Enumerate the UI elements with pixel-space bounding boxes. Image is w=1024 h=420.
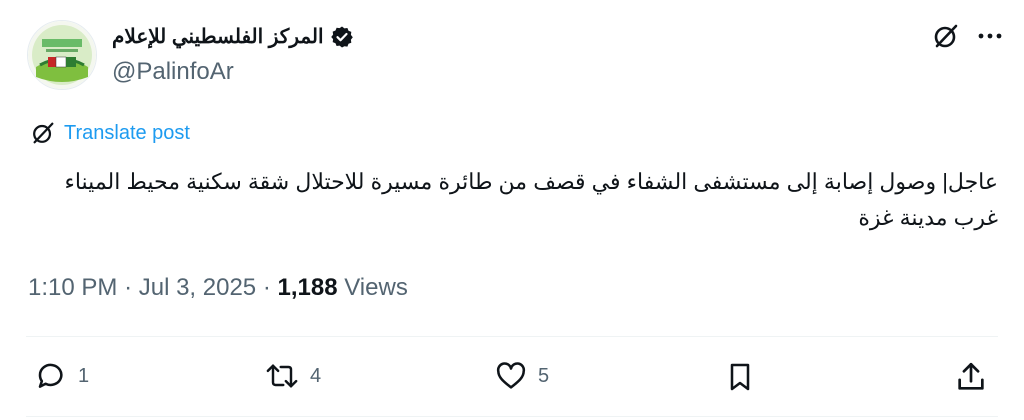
divider bbox=[26, 416, 998, 417]
repost-count: 4 bbox=[310, 364, 322, 387]
action-bar: 1 4 5 bbox=[0, 360, 1024, 400]
tweet-meta: 1:10 PM · Jul 3, 2025 · 1,188 Views bbox=[28, 274, 408, 302]
top-actions bbox=[932, 22, 1002, 50]
tweet-date[interactable]: Jul 3, 2025 bbox=[139, 274, 256, 301]
reply-button[interactable]: 1 bbox=[36, 360, 89, 392]
views-count: 1,188 bbox=[277, 274, 338, 301]
more-options-icon[interactable] bbox=[978, 32, 1002, 40]
reply-icon bbox=[38, 363, 63, 388]
share-button[interactable] bbox=[954, 360, 988, 394]
bookmark-icon bbox=[730, 363, 750, 391]
reply-count: 1 bbox=[78, 364, 90, 387]
meta-separator: · bbox=[124, 274, 133, 301]
palinfo-logo bbox=[28, 21, 96, 89]
translate-post-link[interactable]: Translate post bbox=[30, 120, 190, 146]
grok-icon[interactable] bbox=[932, 22, 960, 50]
author-name-row[interactable]: المركز الفلسطيني للإعلام bbox=[112, 24, 354, 49]
like-button[interactable]: 5 bbox=[494, 360, 549, 392]
repost-icon bbox=[266, 364, 298, 388]
repost-button[interactable]: 4 bbox=[264, 360, 321, 392]
author-name[interactable]: المركز الفلسطيني للإعلام bbox=[112, 24, 324, 49]
meta-separator: · bbox=[262, 274, 271, 301]
share-icon bbox=[958, 362, 984, 390]
tweet-text: عاجل| وصول إصابة إلى مستشفى الشفاء في قص… bbox=[64, 169, 999, 230]
like-count: 5 bbox=[538, 364, 550, 387]
translate-post-label[interactable]: Translate post bbox=[64, 122, 190, 145]
author-handle[interactable]: @PalinfoAr bbox=[112, 58, 234, 86]
heart-icon bbox=[496, 362, 526, 389]
tweet-time[interactable]: 1:10 PM bbox=[28, 274, 117, 301]
views-label: Views bbox=[344, 274, 408, 301]
grok-icon bbox=[33, 122, 54, 144]
verified-badge-icon bbox=[330, 26, 353, 47]
divider bbox=[26, 336, 998, 337]
bookmark-button[interactable] bbox=[724, 360, 756, 394]
avatar[interactable] bbox=[27, 20, 97, 90]
